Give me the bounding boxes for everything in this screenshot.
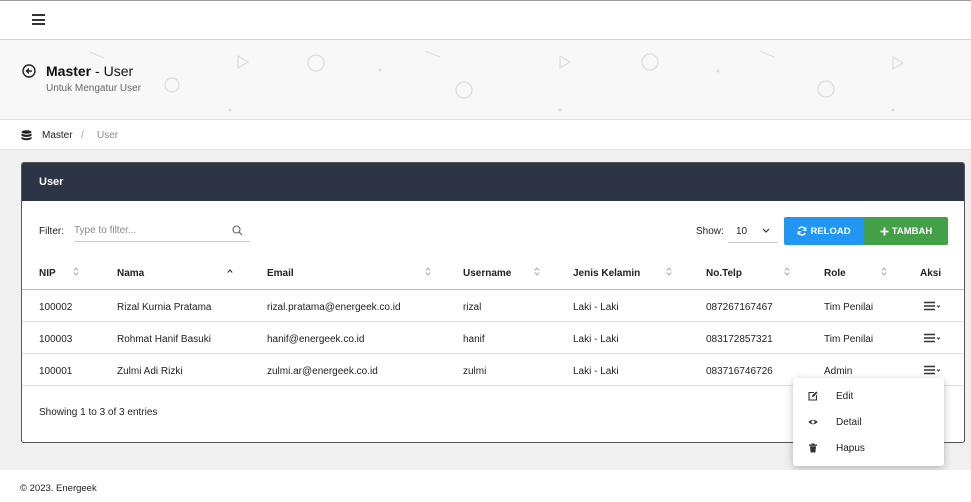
cell-username: hanif <box>463 334 485 345</box>
footer: © 2023. Energeek <box>0 470 971 502</box>
table-row: 100002 Rizal Kurnia Pratama rizal.pratam… <box>22 290 964 322</box>
cell-nip: 100002 <box>39 302 73 313</box>
row-actions-menu-icon[interactable] <box>924 365 940 375</box>
col-role[interactable]: Role <box>824 268 846 279</box>
page-header: Master - User Untuk Mengatur User <box>0 40 971 120</box>
sort-icon[interactable] <box>534 267 540 276</box>
cell-no-telp: 083716746726 <box>706 366 773 377</box>
sort-icon[interactable] <box>425 267 431 276</box>
breadcrumb-separator: / <box>81 130 84 141</box>
sort-icon[interactable] <box>666 267 672 276</box>
cell-role: Tim Penilai <box>824 302 874 313</box>
edit-icon <box>808 391 818 401</box>
reload-button[interactable]: RELOAD <box>784 217 864 245</box>
cell-nama: Rizal Kurnia Pratama <box>117 302 212 313</box>
trash-icon <box>809 443 817 453</box>
reload-label: RELOAD <box>810 225 851 237</box>
page-subtitle: Untuk Mengatur User <box>46 83 142 94</box>
cell-nip: 100003 <box>39 334 73 345</box>
sort-icon[interactable] <box>784 267 790 276</box>
dropdown-item-detail[interactable]: Detail <box>793 410 944 434</box>
cell-email: rizal.pratama@energeek.co.id <box>267 302 401 313</box>
table-header-row: NIP Nama Email Username Jenis Kelamin No… <box>22 254 964 290</box>
breadcrumb-user: User <box>97 130 119 141</box>
tambah-button[interactable]: TAMBAH <box>864 217 948 245</box>
cell-email: zulmi.ar@energeek.co.id <box>267 366 378 377</box>
page-size-value: 10 <box>736 226 748 237</box>
sort-asc-icon[interactable] <box>227 267 233 276</box>
cell-nama: Rohmat Hanif Basuki <box>117 334 211 345</box>
col-email[interactable]: Email <box>267 268 294 279</box>
row-actions-menu-icon[interactable] <box>924 301 940 311</box>
filter-input[interactable] <box>74 220 250 242</box>
cell-jenis-kelamin: Laki - Laki <box>573 334 619 345</box>
cell-jenis-kelamin: Laki - Laki <box>573 366 619 377</box>
back-arrow-icon[interactable] <box>22 64 36 78</box>
row-actions-menu-icon[interactable] <box>924 333 940 343</box>
eye-icon <box>808 419 818 425</box>
show-label: Show: <box>696 226 724 237</box>
breadcrumb-master[interactable]: Master <box>42 130 73 141</box>
row-actions-dropdown: Edit Detail Hapus <box>793 378 944 466</box>
cell-nama: Zulmi Adi Rizki <box>117 366 183 377</box>
cell-nip: 100001 <box>39 366 73 377</box>
refresh-icon <box>798 226 807 236</box>
database-icon <box>21 130 32 141</box>
search-icon <box>232 225 243 236</box>
cell-no-telp: 083172857321 <box>706 334 773 345</box>
table-row: 100003 Rohmat Hanif Basuki hanif@energee… <box>22 322 964 354</box>
footer-copyright: © 2023. Energeek <box>20 483 97 494</box>
col-jenis-kelamin[interactable]: Jenis Kelamin <box>573 268 640 279</box>
col-nip[interactable]: NIP <box>39 268 56 279</box>
cell-role: Tim Penilai <box>824 334 874 345</box>
top-navbar <box>0 0 971 40</box>
dropdown-item-edit[interactable]: Edit <box>793 384 944 408</box>
plus-icon <box>880 227 889 235</box>
cell-username: zulmi <box>463 366 487 377</box>
card-title: User <box>22 163 964 201</box>
sort-icon[interactable] <box>881 267 887 276</box>
cell-email: hanif@energeek.co.id <box>267 334 365 345</box>
hamburger-menu-icon[interactable] <box>32 14 45 25</box>
cell-no-telp: 087267167467 <box>706 302 773 313</box>
page-size-select[interactable]: 10 <box>728 219 778 243</box>
col-nama[interactable]: Nama <box>117 268 144 279</box>
header-decoration <box>89 50 905 112</box>
col-no-telp[interactable]: No.Telp <box>706 268 742 279</box>
tambah-label: TAMBAH <box>891 225 933 237</box>
breadcrumb: Master / User <box>0 120 971 150</box>
col-aksi: Aksi <box>920 268 942 279</box>
cell-jenis-kelamin: Laki - Laki <box>573 302 619 313</box>
user-table: NIP Nama Email Username Jenis Kelamin No… <box>22 254 964 386</box>
filter-label: Filter: <box>39 226 64 237</box>
chevron-down-icon <box>762 228 770 233</box>
page-title: Master - User <box>46 63 134 79</box>
entries-info: Showing 1 to 3 of 3 entries <box>39 407 158 418</box>
dropdown-item-hapus[interactable]: Hapus <box>793 436 944 460</box>
cell-username: rizal <box>463 302 482 313</box>
sort-icon[interactable] <box>73 267 79 276</box>
col-username[interactable]: Username <box>463 268 511 279</box>
cell-role: Admin <box>824 366 853 377</box>
